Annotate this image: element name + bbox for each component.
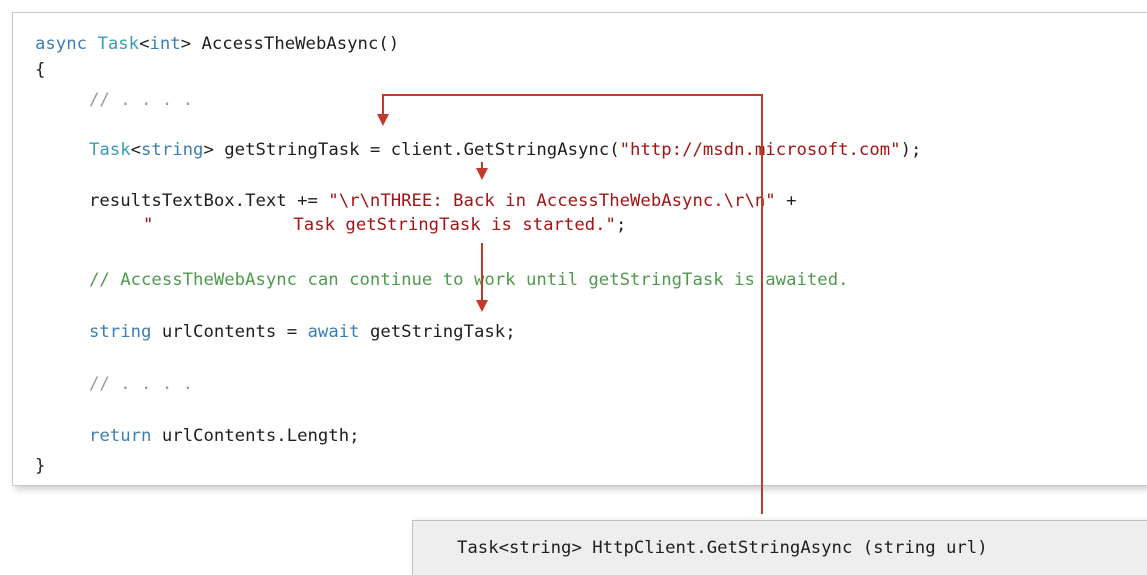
return-to-caller-arrow-line: [382, 94, 763, 514]
method-signature-box: Task<string> HttpClient.GetStringAsync (…: [412, 520, 1147, 575]
control-flow-arrows: [377, 94, 763, 514]
method-signature-text: Task<string> HttpClient.GetStringAsync (…: [457, 538, 988, 558]
arrowhead-down-icon: [476, 300, 488, 312]
arrowhead-down-icon: [476, 168, 488, 180]
arrowhead-down-icon: [377, 114, 389, 126]
